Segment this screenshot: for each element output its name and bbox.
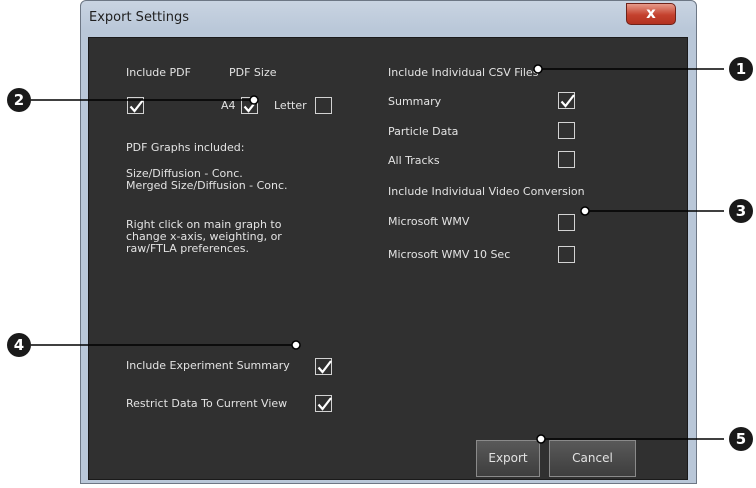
callout-4: 4: [7, 333, 31, 357]
callout-leader-lines: [31, 64, 724, 444]
callout-5: 5: [729, 427, 753, 451]
callout-2-dot: [249, 95, 259, 105]
callout-2: 2: [7, 88, 31, 112]
callout-5-dot: [536, 434, 546, 444]
callout-1: 1: [729, 57, 753, 81]
callout-1-dot: [533, 64, 543, 74]
callout-3-dot: [580, 206, 590, 216]
callout-3: 3: [729, 199, 753, 223]
callout-4-dot: [291, 340, 301, 350]
